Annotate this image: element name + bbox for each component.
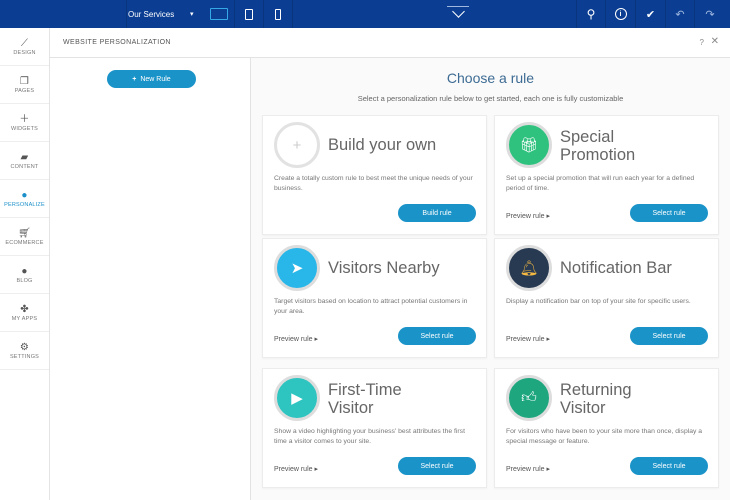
collapse-button[interactable] (446, 0, 470, 28)
redo-icon: ↷ (705, 8, 715, 21)
card-title: First-Time Visitor (328, 381, 402, 417)
person-icon: ● (21, 190, 28, 201)
plus-icon: + (132, 75, 137, 83)
rule-card-first-time-visitor: ▶ First-Time Visitor Show a video highli… (262, 368, 487, 488)
select-rule-button[interactable]: Select rule (398, 457, 476, 475)
redo-button[interactable]: ↷ (695, 0, 725, 28)
preview-rule-link[interactable]: Preview rule ▸ (506, 212, 550, 220)
thumbs-up-icon: 👍︎ (506, 375, 552, 421)
rule-card-returning-visitor: 👍︎ Returning Visitor For visitors who ha… (494, 368, 719, 488)
close-button[interactable]: ✕ (711, 36, 719, 47)
sidebar: ⟋ DESIGN ❐ PAGES ＋ WIDGETS ▰ CONTENT ● PERSON… (0, 28, 50, 500)
rules-list-panel: + New Rule (50, 58, 251, 500)
card-title: Returning Visitor (560, 381, 632, 417)
sidebar-item-content[interactable]: ▰ CONTENT (0, 142, 49, 180)
sidebar-item-my-apps[interactable]: ✤ MY APPS (0, 294, 49, 332)
sidebar-item-label: PAGES (14, 88, 35, 94)
sidebar-item-settings[interactable]: ⚙ SETTINGS (0, 332, 49, 370)
cart-icon: 🛒︎ (18, 228, 31, 239)
sidebar-item-label: ECOMMERCE (5, 240, 44, 246)
card-description: Target visitors based on location to att… (274, 298, 468, 315)
rule-card-notification-bar: 🔔︎ Notification Bar Display a notificati… (494, 238, 719, 358)
new-rule-label: New Rule (140, 75, 171, 83)
panel-header: WEBSITE PERSONALIZATION ? ✕ (50, 28, 730, 58)
card-title: Build your own (328, 136, 437, 154)
sidebar-item-label: PERSONALIZE (4, 202, 45, 208)
sidebar-item-design[interactable]: ⟋ DESIGN (0, 28, 49, 66)
tablet-view-button[interactable] (235, 0, 263, 28)
info-icon: i (614, 8, 627, 20)
plus-icon: ＋ (19, 114, 30, 125)
mobile-view-button[interactable] (264, 0, 292, 28)
collapse-chevron-icon (451, 5, 465, 19)
chat-bubble-icon: ● (21, 266, 28, 277)
page-select-value: Our Services (128, 9, 175, 19)
card-title: Special Promotion (560, 128, 636, 164)
preview-rule-link[interactable]: Preview rule ▸ (274, 465, 318, 473)
publish-button[interactable]: ✔ (636, 0, 665, 28)
card-description: Show a video highlighting your business'… (274, 428, 465, 445)
preview-rule-link[interactable]: Preview rule ▸ (506, 335, 550, 343)
select-rule-button[interactable]: Select rule (630, 204, 708, 222)
build-rule-button[interactable]: Build rule (398, 204, 476, 222)
plus-icon: + (274, 122, 320, 168)
bell-icon: 🔔︎ (506, 245, 552, 291)
mobile-icon (275, 8, 281, 20)
sidebar-item-personalize[interactable]: ● PERSONALIZE (0, 180, 49, 218)
card-title: Notification Bar (560, 259, 672, 277)
card-description: Create a totally custom rule to best mee… (274, 175, 473, 192)
undo-button[interactable]: ↶ (666, 0, 694, 28)
puzzle-icon: ✤ (20, 304, 29, 315)
desktop-view-button[interactable] (204, 0, 234, 28)
sidebar-item-blog[interactable]: ● BLOG (0, 256, 49, 294)
gear-icon: ⚙ (19, 342, 30, 353)
select-rule-button[interactable]: Select rule (630, 457, 708, 475)
sidebar-item-widgets[interactable]: ＋ WIDGETS (0, 104, 49, 142)
panel-title: WEBSITE PERSONALIZATION (63, 39, 171, 46)
search-button[interactable]: ⚲ (577, 0, 605, 28)
card-description: Set up a special promotion that will run… (506, 175, 695, 192)
help-button[interactable]: ? (700, 38, 704, 47)
card-title: Visitors Nearby (328, 259, 440, 277)
desktop-icon (210, 8, 228, 20)
sidebar-item-label: BLOG (16, 278, 33, 284)
tablet-icon (245, 8, 253, 20)
brush-icon: ⟋ (20, 38, 29, 49)
preview-rule-link[interactable]: Preview rule ▸ (506, 465, 550, 473)
new-rule-button[interactable]: + New Rule (107, 70, 196, 88)
sidebar-item-pages[interactable]: ❐ PAGES (0, 66, 49, 104)
sidebar-item-label: DESIGN (13, 50, 36, 56)
rule-card-build-your-own: + Build your own Create a totally custom… (262, 115, 487, 235)
search-icon: ⚲ (586, 7, 596, 21)
page-subtitle: Select a personalization rule below to g… (357, 94, 624, 103)
sidebar-item-label: SETTINGS (9, 354, 40, 360)
top-bar: Our Services ▾ ⚲ i ✔ ↶ ↷ (0, 0, 730, 28)
sidebar-item-label: MY APPS (11, 316, 38, 322)
undo-icon: ↶ (675, 8, 685, 21)
paper-plane-icon: ➤ (274, 245, 320, 291)
folder-icon: ▰ (20, 152, 29, 163)
card-description: For visitors who have been to your site … (506, 428, 703, 445)
sidebar-item-label: CONTENT (10, 164, 39, 170)
info-button[interactable]: i (606, 0, 635, 28)
card-description: Display a notification bar on top of you… (506, 298, 691, 305)
preview-rule-link[interactable]: Preview rule ▸ (274, 335, 318, 343)
page-select[interactable]: Our Services ▾ (128, 0, 203, 28)
select-rule-button[interactable]: Select rule (398, 327, 476, 345)
check-icon: ✔ (645, 8, 656, 21)
gift-icon: 🎁︎ (506, 122, 552, 168)
sidebar-item-label: WIDGETS (10, 126, 39, 132)
pages-icon: ❐ (19, 76, 30, 87)
sidebar-item-ecommerce[interactable]: 🛒︎ ECOMMERCE (0, 218, 49, 256)
video-person-icon: ▶ (274, 375, 320, 421)
page-title: Choose a rule (446, 70, 535, 86)
chevron-down-icon: ▾ (190, 11, 194, 18)
rule-card-visitors-nearby: ➤ Visitors Nearby Target visitors based … (262, 238, 487, 358)
select-rule-button[interactable]: Select rule (630, 327, 708, 345)
rule-chooser: Choose a rule Select a personalization r… (251, 58, 730, 500)
rule-card-special-promotion: 🎁︎ Special Promotion Set up a special pr… (494, 115, 719, 235)
